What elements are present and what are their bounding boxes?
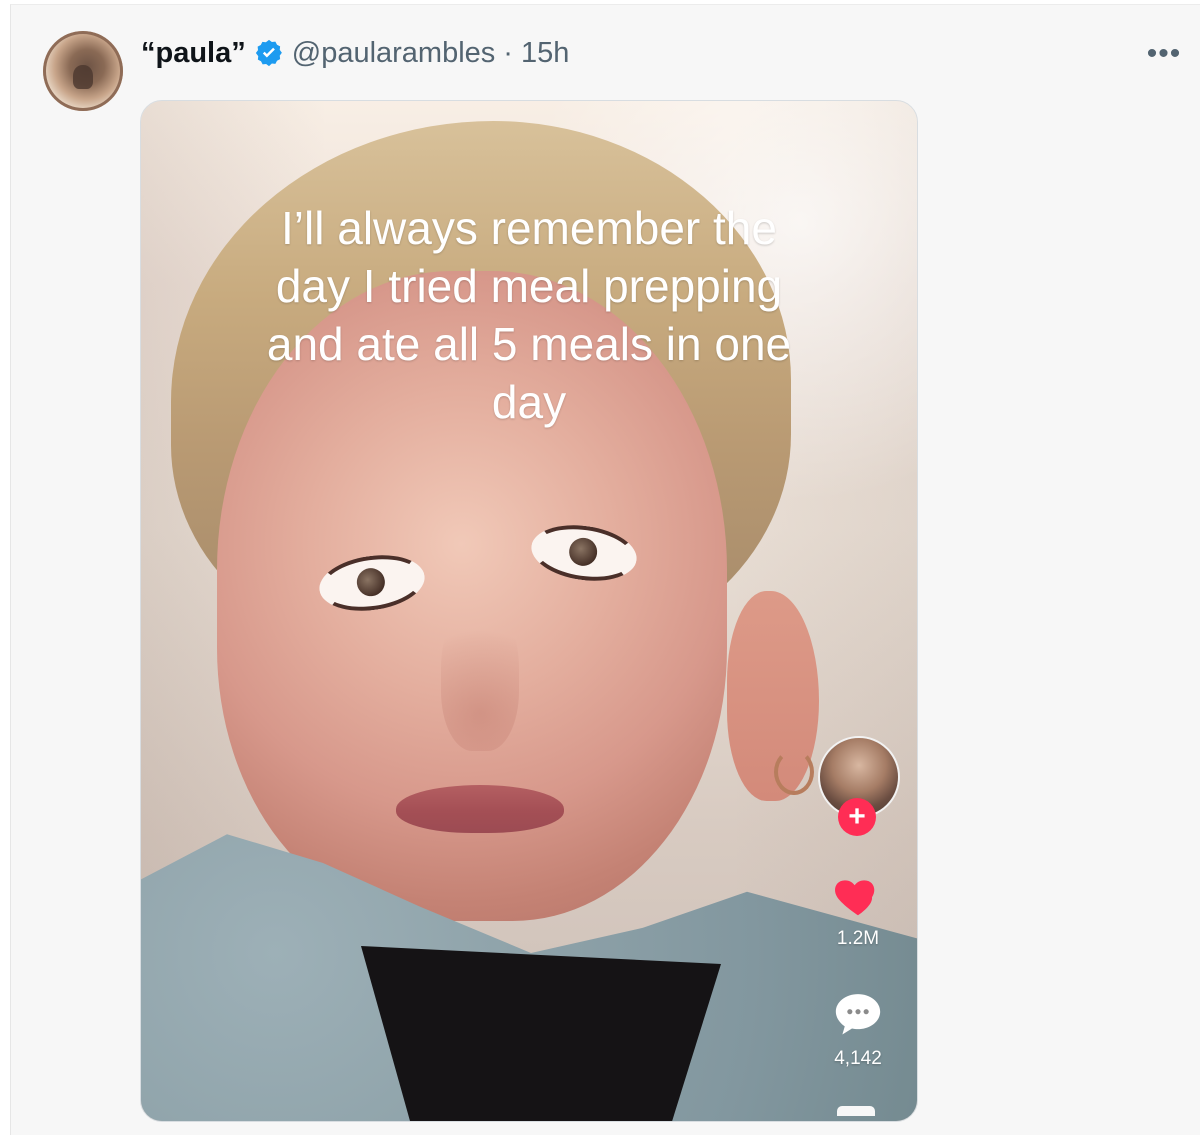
verified-icon: [255, 39, 282, 67]
tweet-media[interactable]: I’ll always remember the day I tried mea…: [140, 100, 918, 1122]
profile-avatar[interactable]: [43, 31, 123, 111]
tweet-card: “paula” @paularambles · 15h ••• I’ll alw…: [10, 4, 1200, 1135]
heart-icon[interactable]: [831, 868, 885, 922]
earring-shape: [774, 749, 814, 795]
shirt-shape: [361, 946, 721, 1121]
comments-metric[interactable]: 4,142: [814, 986, 902, 1070]
more-icon[interactable]: •••: [1143, 33, 1185, 75]
post-time[interactable]: 15h: [521, 37, 569, 70]
time-separator: ·: [503, 36, 513, 69]
comments-count: 4,142: [834, 1048, 882, 1069]
likes-metric[interactable]: 1.2M: [814, 868, 902, 950]
post-header: “paula” @paularambles · 15h: [141, 33, 569, 73]
video-actions: + 1.2M 4,142: [814, 736, 902, 1121]
display-name[interactable]: “paula”: [141, 37, 246, 70]
handle[interactable]: @paularambles: [292, 37, 496, 70]
video-caption: I’ll always remember the day I tried mea…: [266, 202, 792, 428]
likes-count: 1.2M: [836, 928, 880, 949]
mouth-shape: [396, 785, 564, 833]
share-chip[interactable]: [837, 1106, 875, 1116]
comment-icon[interactable]: [830, 986, 886, 1042]
follow-button[interactable]: +: [838, 798, 876, 836]
nose-shape: [441, 601, 519, 751]
